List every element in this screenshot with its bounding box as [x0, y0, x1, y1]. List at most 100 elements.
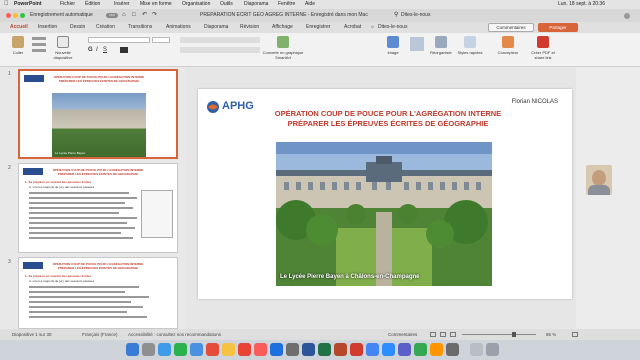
trash-icon[interactable] [486, 343, 499, 356]
system-settings-icon[interactable] [286, 343, 299, 356]
tab-insertion[interactable]: Insertion [38, 22, 57, 33]
fit-slide-icon[interactable] [572, 332, 578, 337]
tell-me-field[interactable]: Dites-le-nous [378, 22, 407, 33]
slide-title-line-1[interactable]: OPÉRATION COUP DE POUCE POUR L'AGRÉGATIO… [238, 109, 538, 118]
thumbnail-slide-1[interactable]: OPÉRATION COUP DE POUCE POUR L'AGRÉGATIO… [18, 69, 178, 159]
alignment-controls[interactable] [180, 47, 260, 53]
mac-dock [0, 340, 640, 360]
photos-icon[interactable] [238, 343, 251, 356]
underline-icon[interactable]: S [103, 47, 107, 53]
tab-animations[interactable]: Animations [166, 22, 191, 33]
paragraph-controls[interactable] [180, 37, 260, 43]
comments-toggle[interactable]: Commentaires [388, 329, 417, 340]
menu-aide[interactable]: Aide [305, 0, 315, 9]
italic-icon[interactable]: I [96, 47, 98, 53]
tab-creation[interactable]: Création [96, 22, 115, 33]
menu-app-name[interactable]: PowerPoint [14, 0, 42, 9]
preview-icon[interactable] [430, 343, 443, 356]
calendar-icon[interactable] [206, 343, 219, 356]
comments-button[interactable]: Commentaires [488, 23, 534, 32]
paste-button[interactable]: Coller [8, 36, 28, 55]
tab-revision[interactable]: Révision [240, 22, 259, 33]
menu-fichier[interactable]: Fichier [60, 0, 75, 9]
word-icon[interactable] [302, 343, 315, 356]
autosave-toggle[interactable]: OUI [106, 13, 118, 18]
chrome-icon[interactable] [366, 343, 379, 356]
safari-icon[interactable] [158, 343, 171, 356]
mail-icon[interactable] [190, 343, 203, 356]
copy-icon[interactable] [32, 43, 46, 46]
slide-editor-canvas[interactable]: APHG Florian NICOLAS OPÉRATION COUP DE P… [186, 67, 576, 329]
zoom-app-icon[interactable] [382, 343, 395, 356]
redo-icon[interactable]: ↷ [152, 9, 157, 22]
normal-view-icon[interactable] [430, 332, 436, 337]
undo-icon[interactable]: ↶ [142, 9, 147, 22]
image-button[interactable]: Image [382, 36, 404, 55]
launchpad-icon[interactable] [142, 343, 155, 356]
terminal-icon[interactable] [446, 343, 459, 356]
menu-organisation[interactable]: Organisation [182, 0, 210, 9]
app-store-icon[interactable] [270, 343, 283, 356]
reading-view-icon[interactable] [450, 332, 456, 337]
search-icon[interactable]: ⚲ [394, 9, 398, 22]
tab-diaporama[interactable]: Diaporama [204, 22, 228, 33]
notes-icon[interactable] [222, 343, 235, 356]
menu-fenetre[interactable]: Fenêtre [278, 0, 295, 9]
zoom-slider[interactable] [462, 334, 536, 335]
home-icon[interactable]: ⌂ [122, 9, 126, 22]
image-label: Image [387, 50, 399, 55]
messages-icon[interactable] [174, 343, 187, 356]
font-color-icon[interactable] [120, 47, 128, 53]
slide-author[interactable]: Florian NICOLAS [512, 99, 558, 105]
powerpoint-icon[interactable] [334, 343, 347, 356]
format-painter-icon[interactable] [32, 49, 46, 52]
menu-edition[interactable]: Édition [85, 0, 100, 9]
zoom-level[interactable]: 86 % [546, 329, 556, 340]
search-field[interactable]: Dites-le-nous [401, 9, 430, 22]
menu-outils[interactable]: Outils [220, 0, 233, 9]
facetime-icon[interactable] [414, 343, 427, 356]
acrobat-icon[interactable] [350, 343, 363, 356]
thumbnail-slide-2[interactable]: OPÉRATION COUP DE POUCE POUR L'AGRÉGATIO… [18, 163, 178, 253]
avatar[interactable] [624, 13, 630, 19]
share-button[interactable]: Partager [538, 23, 578, 32]
thumbnail-slide-3[interactable]: OPÉRATION COUP DE POUCE POUR L'AGRÉGATIO… [18, 257, 178, 329]
save-icon[interactable]: □ [132, 9, 136, 22]
close-window-button[interactable] [6, 13, 11, 18]
shapes-icon[interactable] [410, 37, 424, 51]
tab-enregistrer[interactable]: Enregistrer [306, 22, 330, 33]
excel-icon[interactable] [318, 343, 331, 356]
quick-styles-button[interactable]: Styles rapides [456, 36, 484, 55]
slide-sorter-icon[interactable] [440, 332, 446, 337]
music-icon[interactable] [254, 343, 267, 356]
minimize-window-button[interactable] [13, 13, 18, 18]
accessibility-indicator[interactable]: Accessibilité : consultez nos recommanda… [128, 329, 221, 340]
language-indicator[interactable]: Français (France) [82, 329, 118, 340]
menu-diaporama[interactable]: Diaporama [244, 0, 268, 9]
lycee-photo[interactable]: Le Lycée Pierre Bayen à Châlons-en-Champ… [276, 142, 492, 286]
finder-icon[interactable] [126, 343, 139, 356]
font-size-select[interactable] [152, 37, 170, 43]
menu-mise-en-forme[interactable]: Mise en forme [140, 0, 172, 9]
tab-transitions[interactable]: Transitions [128, 22, 152, 33]
new-slide-button[interactable]: Nouvelle diapositive [50, 36, 76, 60]
downloads-folder-icon[interactable] [470, 343, 483, 356]
tab-acrobat[interactable]: Acrobat [344, 22, 361, 33]
cut-icon[interactable] [32, 37, 46, 40]
slide-title-line-2[interactable]: PRÉPARER LES ÉPREUVES ÉCRITES DE GÉOGRAP… [238, 119, 538, 128]
teams-icon[interactable] [398, 343, 411, 356]
current-slide[interactable]: APHG Florian NICOLAS OPÉRATION COUP DE P… [198, 89, 572, 299]
apple-icon[interactable]:  [4, 0, 9, 9]
create-pdf-button[interactable]: Créer PDF et share link [526, 36, 560, 60]
maximize-window-button[interactable] [20, 13, 25, 18]
designer-icon [502, 36, 514, 48]
bold-icon[interactable]: G [88, 47, 93, 53]
tab-affichage[interactable]: Affichage [272, 22, 293, 33]
tab-dessin[interactable]: Dessin [70, 22, 85, 33]
convert-smartart-button[interactable]: Convertir en graphique SmartArt [262, 36, 304, 60]
designer-button[interactable]: Concepteur [494, 36, 522, 55]
menu-inserer[interactable]: Insérer [114, 0, 130, 9]
font-family-select[interactable] [88, 37, 150, 43]
arrange-button[interactable]: Réorganiser [426, 36, 456, 55]
zoom-slider-handle[interactable] [512, 332, 516, 337]
